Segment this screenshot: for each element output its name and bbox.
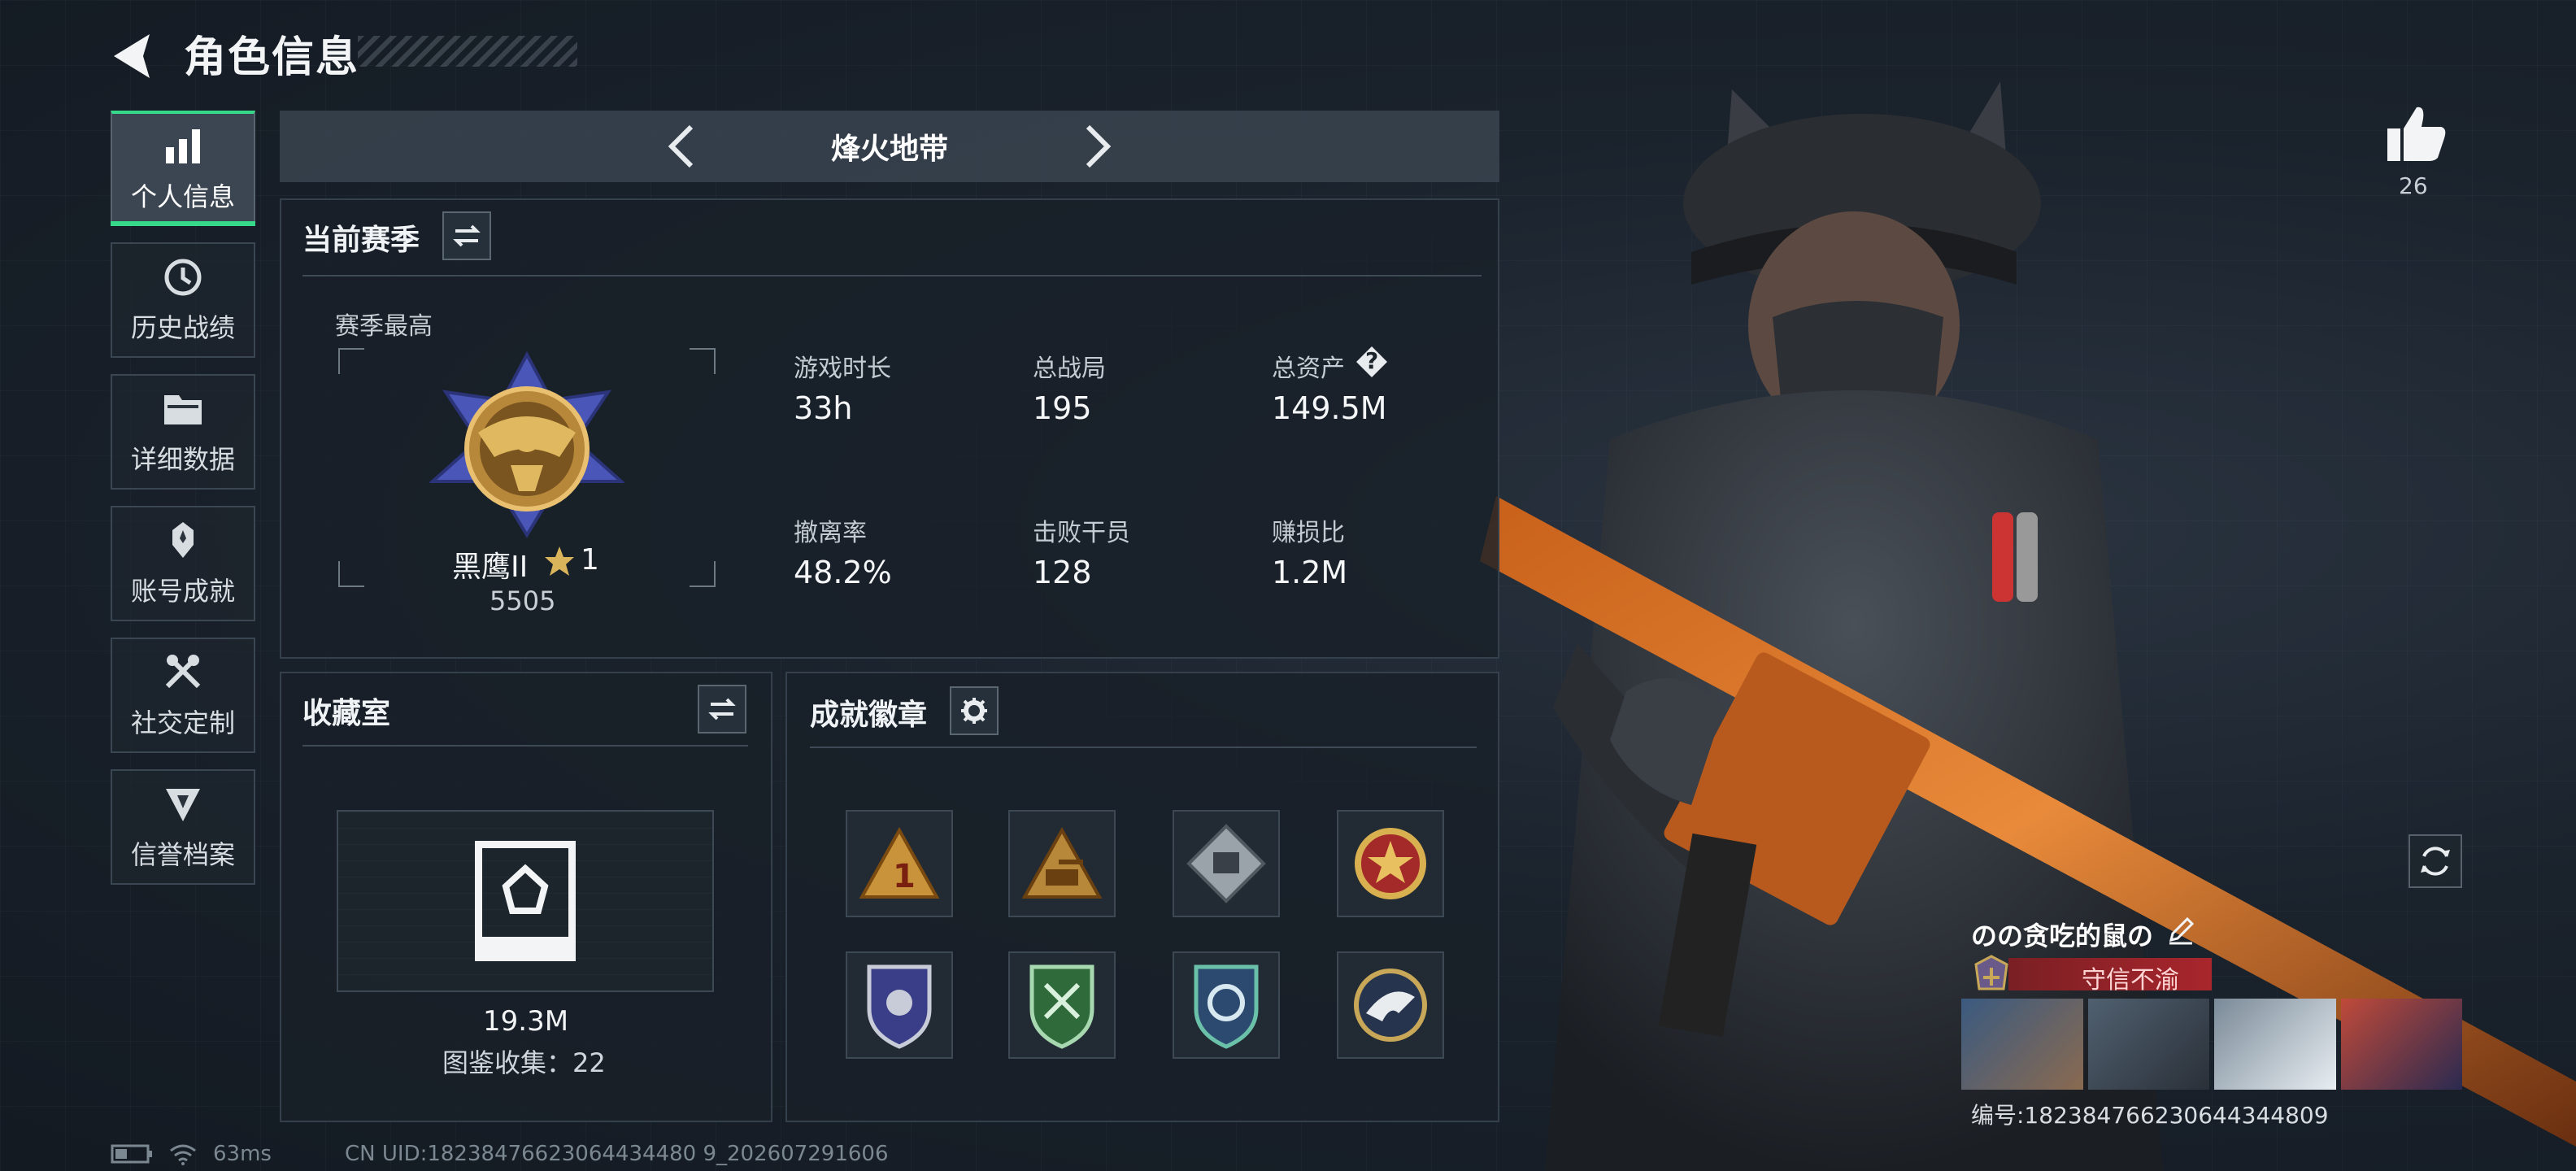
like-count: 26	[2399, 172, 2428, 199]
folder-icon	[164, 395, 202, 424]
ping-text: 63ms	[213, 1142, 272, 1166]
collection-switch-button[interactable]	[698, 685, 746, 734]
badge-police-shield-icon[interactable]	[846, 951, 953, 1059]
status-bar: 63ms	[111, 1142, 272, 1166]
portrait-3	[2214, 999, 2336, 1090]
badge-blue-shield-icon[interactable]	[1173, 951, 1280, 1059]
stat-value-total-assets: 149.5M	[1272, 390, 1387, 426]
battery-icon	[111, 1144, 152, 1164]
rank-emblem-icon	[429, 351, 624, 538]
display-case-icon	[475, 841, 576, 961]
gear-icon	[961, 698, 987, 724]
title-decoration	[358, 36, 577, 67]
stat-label-profit-loss: 赚损比	[1272, 519, 1345, 547]
portrait-1	[1961, 999, 2083, 1090]
svg-text:1: 1	[893, 858, 916, 895]
stat-value-profit-loss: 1.2M	[1272, 555, 1348, 590]
divider	[302, 745, 748, 747]
season-title: 当前赛季	[302, 224, 420, 257]
season-best-label: 赛季最高	[335, 312, 433, 341]
collection-value: 19.3M	[483, 1005, 569, 1038]
stat-label-operators-defeated: 击败干员	[1033, 519, 1130, 547]
star-icon	[545, 546, 574, 576]
rank-score: 5505	[490, 586, 556, 616]
stat-label-total-matches: 总战局	[1033, 355, 1106, 383]
refresh-icon	[2421, 847, 2450, 876]
nav-label: 账号成就	[130, 576, 235, 607]
portrait-4	[2340, 999, 2462, 1090]
chevron-left-icon[interactable]	[655, 117, 714, 176]
swap-icon	[453, 224, 481, 247]
frame-corner	[690, 561, 716, 587]
refresh-button[interactable]	[2408, 834, 2462, 888]
help-icon[interactable]: ?	[1355, 345, 1389, 379]
uid-text: CN UID:18238476623064434480 9_2026072916…	[345, 1142, 889, 1166]
wifi-icon	[170, 1144, 196, 1165]
badge-diamond-icon[interactable]	[1173, 810, 1280, 917]
help-mark: ?	[1365, 347, 1379, 374]
thumbs-up-icon[interactable]	[2384, 102, 2449, 164]
portrait-2	[2087, 999, 2209, 1090]
bar-chart-icon	[166, 129, 200, 163]
mode-label: 烽火地带	[830, 133, 948, 166]
badge-triangle-tank-icon[interactable]	[1008, 810, 1116, 917]
side-nav: 个人信息 历史战绩 详细数据 账号成就 社交定制 信誉档案	[111, 111, 259, 901]
page-title: 角色信息	[184, 33, 360, 82]
shield-reputation-icon	[166, 789, 200, 821]
nav-item-detailed-data[interactable]: 详细数据	[111, 374, 255, 490]
badge-eagle-icon[interactable]	[1337, 951, 1444, 1059]
swap-icon	[708, 698, 736, 720]
portrait-strip	[1961, 999, 2462, 1090]
stat-value-total-matches: 195	[1033, 390, 1092, 426]
chevron-right-icon[interactable]	[1065, 117, 1124, 176]
collection-count: 图鉴收集：22	[442, 1047, 606, 1078]
badge-round-star-icon[interactable]	[1337, 810, 1444, 917]
frame-corner	[690, 348, 716, 374]
frame-corner	[338, 561, 364, 587]
edit-pencil-icon[interactable]	[2166, 916, 2195, 945]
stat-value-operators-defeated: 128	[1033, 555, 1092, 590]
player-id: 编号:18238476623064434480​9	[1971, 1102, 2329, 1129]
collection-title: 收藏室	[302, 697, 391, 730]
switch-season-button[interactable]	[442, 211, 491, 260]
title-emblem-icon	[1974, 955, 2008, 990]
nav-label: 个人信息	[130, 181, 235, 212]
divider	[810, 747, 1477, 748]
tools-icon	[165, 655, 201, 689]
nav-item-account-achievements[interactable]: 账号成就	[111, 506, 255, 621]
nav-label: 详细数据	[130, 444, 235, 475]
stat-label-extraction-rate: 撤离率	[794, 519, 867, 547]
achievements-title: 成就徽章	[810, 699, 928, 732]
badge-triangle-1-icon[interactable]: 1	[846, 810, 953, 917]
mode-selector: 烽火地带	[280, 111, 1499, 182]
stat-label-playtime: 游戏时长	[794, 355, 891, 383]
nav-label: 历史战绩	[130, 312, 235, 343]
rank-name: 黑鹰II	[452, 551, 529, 584]
divider	[302, 275, 1482, 276]
player-name: のの贪吃的鼠の	[1971, 921, 2154, 951]
frame-corner	[338, 348, 364, 374]
nav-item-history[interactable]: 历史战绩	[111, 242, 255, 358]
rank-stars: 1	[581, 543, 599, 577]
history-clock-icon	[164, 259, 202, 296]
stat-value-playtime: 33h	[794, 390, 853, 426]
nav-item-personal-info[interactable]: 个人信息	[111, 111, 255, 226]
stat-label-total-assets: 总资产	[1272, 355, 1345, 383]
achievement-medal-icon	[172, 522, 194, 558]
achievements-settings-button[interactable]	[950, 686, 999, 735]
nav-item-reputation[interactable]: 信誉档案	[111, 769, 255, 885]
back-arrow-icon[interactable]	[106, 28, 163, 85]
badge-green-shield-icon[interactable]	[1008, 951, 1116, 1059]
nav-label: 社交定制	[130, 707, 235, 738]
nav-label: 信誉档案	[130, 839, 235, 870]
nav-item-social-custom[interactable]: 社交定制	[111, 638, 255, 753]
player-title: 守信不渝	[2082, 966, 2179, 995]
stat-value-extraction-rate: 48.2%	[794, 555, 892, 590]
